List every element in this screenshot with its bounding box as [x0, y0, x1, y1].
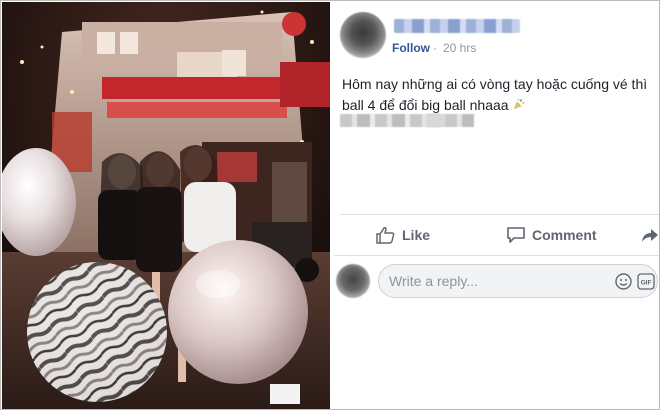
viewer-avatar[interactable]	[336, 264, 370, 298]
comment-label: Comment	[532, 227, 597, 243]
actions-divider	[340, 214, 659, 215]
post-photo[interactable]	[2, 2, 330, 409]
gif-label: GIF	[641, 280, 652, 287]
reply-box[interactable]: GIF	[378, 264, 658, 298]
like-button[interactable]: Like	[376, 222, 430, 248]
screenshot-frame: Follow · 20 hrs Hôm nay những ai có vòng…	[0, 0, 660, 410]
author-name-blurred[interactable]	[394, 19, 520, 33]
author-avatar[interactable]	[340, 12, 386, 58]
follow-link[interactable]: Follow	[392, 41, 430, 55]
comment-button[interactable]: Comment	[506, 222, 597, 248]
blurred-text-line	[340, 114, 474, 127]
post-text: Hôm nay những ai có vòng tay hoặc cuống …	[342, 76, 648, 113]
thumbs-up-icon	[376, 226, 395, 244]
post-timestamp[interactable]: 20 hrs	[443, 41, 476, 55]
reply-input[interactable]	[389, 265, 589, 297]
like-label: Like	[402, 227, 431, 243]
photo-scene	[2, 2, 330, 409]
blurred-text-fragment	[427, 114, 445, 127]
post-body: Hôm nay những ai có vòng tay hoặc cuống …	[342, 74, 659, 116]
gif-icon[interactable]: GIF	[637, 273, 655, 290]
reply-divider	[334, 255, 659, 256]
comment-bubble-icon	[507, 227, 525, 243]
share-button[interactable]	[641, 222, 659, 248]
share-icon	[642, 229, 658, 242]
smiley-icon[interactable]	[615, 273, 632, 290]
meta-separator: ·	[433, 41, 437, 55]
party-popper-icon	[513, 98, 524, 110]
facebook-post: Follow · 20 hrs Hôm nay những ai có vòng…	[334, 2, 659, 409]
